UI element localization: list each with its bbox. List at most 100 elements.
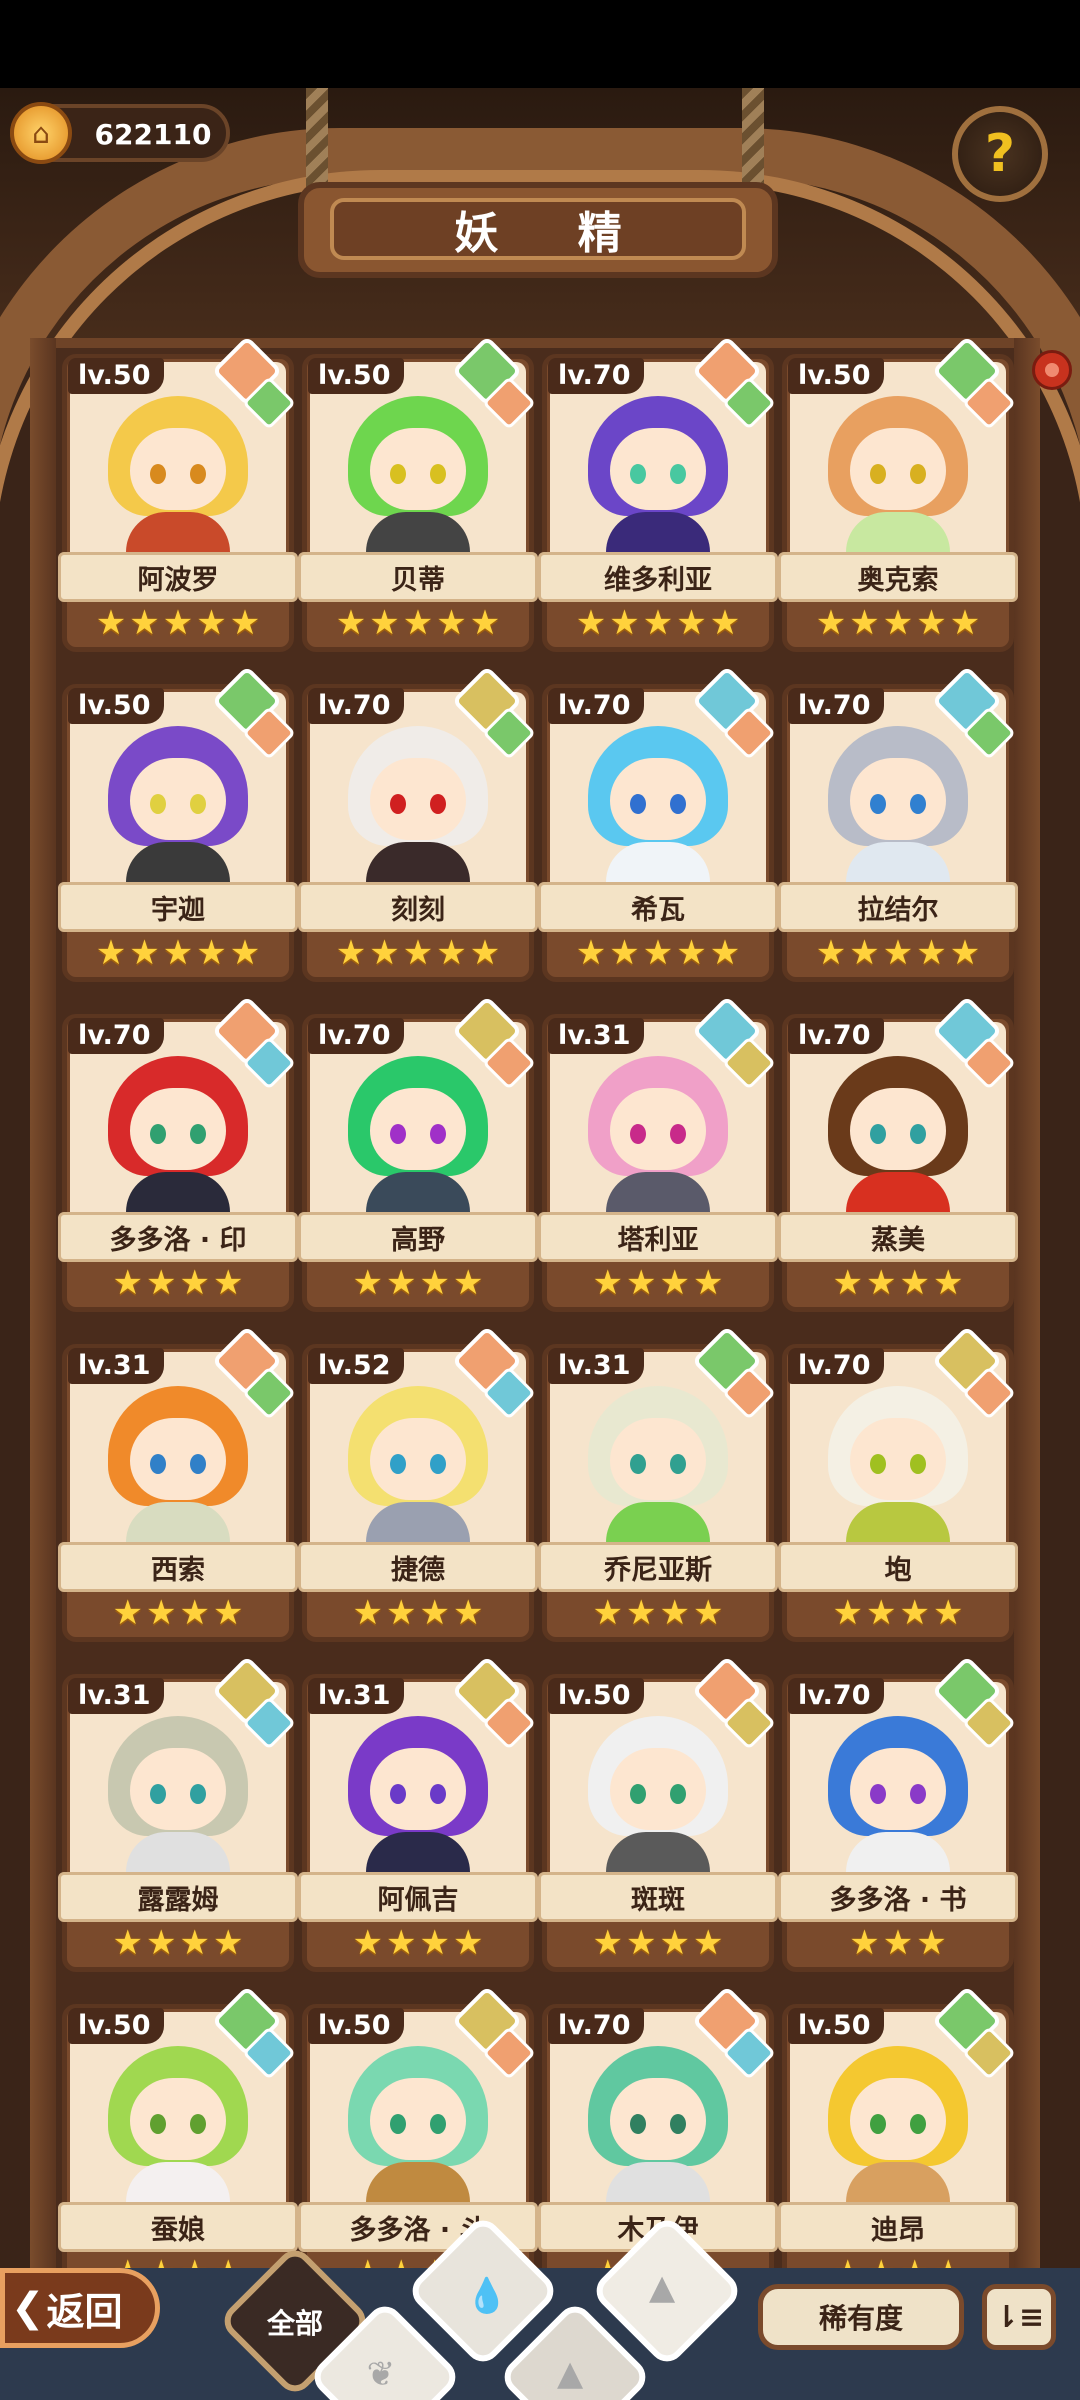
fairy-card[interactable]: lv.70 高野 ★ ★ ★ ★ <box>298 995 538 1312</box>
star-icon: ★ <box>692 1923 724 1963</box>
star-icon: ★ <box>899 1593 930 1633</box>
fairy-card[interactable]: lv.50 阿波罗 ★ ★ ★ ★ ★ <box>58 335 298 652</box>
star-icon: ★ <box>469 933 501 973</box>
fairy-level: lv.31 <box>548 1018 645 1054</box>
star-icon: ★ <box>469 603 501 643</box>
water-drop-icon: 💧 <box>465 2276 508 2317</box>
back-button[interactable]: ❮ 返回 <box>0 2268 160 2348</box>
star-icon: ★ <box>849 933 880 973</box>
rarity-sort-button[interactable]: 稀有度 <box>758 2284 964 2350</box>
fairy-card[interactable]: lv.70 蒸美 ★ ★ ★ ★ <box>778 995 1018 1312</box>
star-icon: ★ <box>196 603 227 643</box>
question-mark-sprout-icon: ? <box>984 124 1016 184</box>
star-rating: ★ ★ ★ <box>782 1922 1014 1964</box>
fairy-card[interactable]: lv.50 贝蒂 ★ ★ ★ ★ ★ <box>298 335 538 652</box>
fairy-name: 阿佩吉 <box>298 1872 538 1922</box>
fairy-name: 维多利亚 <box>538 552 778 602</box>
fairy-card[interactable]: lv.50迪昂★★★★ <box>778 1985 1018 2302</box>
fairy-name: 阿波罗 <box>58 552 298 602</box>
fairy-name: 垉 <box>778 1542 1018 1592</box>
fairy-name: 奥克索 <box>778 552 1018 602</box>
star-icon: ★ <box>642 933 674 973</box>
fairy-level: lv.50 <box>788 358 885 394</box>
star-icon: ★ <box>575 603 607 643</box>
fairy-card[interactable]: lv.31 塔利亚 ★ ★ ★ ★ <box>538 995 778 1312</box>
star-icon: ★ <box>212 1923 244 1963</box>
fairy-card[interactable]: lv.70 多多洛 · 印 ★ ★ ★ ★ <box>58 995 298 1312</box>
fairy-level: lv.31 <box>548 1348 645 1384</box>
fairy-card[interactable]: lv.70 维多利亚 ★ ★ ★ ★ ★ <box>538 335 778 652</box>
star-icon: ★ <box>932 1263 964 1303</box>
star-icon: ★ <box>916 1923 947 1963</box>
star-icon: ★ <box>609 603 640 643</box>
star-icon: ★ <box>386 1263 417 1303</box>
star-rating: ★ ★ ★ ★ ★ <box>782 602 1014 644</box>
fairy-level: lv.50 <box>68 2008 165 2044</box>
sort-order-icon: ⇂≡ <box>993 2299 1045 2335</box>
star-icon: ★ <box>832 1263 864 1303</box>
fairy-name: 多多洛 · 印 <box>58 1212 298 1262</box>
fairy-name: 西索 <box>58 1542 298 1592</box>
star-icon: ★ <box>676 933 707 973</box>
fairy-level: lv.70 <box>308 1018 405 1054</box>
fairy-level: lv.50 <box>68 688 165 724</box>
fairy-level: lv.70 <box>788 1678 885 1714</box>
fairy-card[interactable]: lv.31 乔尼亚斯 ★ ★ ★ ★ <box>538 1325 778 1642</box>
fairy-card[interactable]: lv.50 斑斑 ★ ★ ★ ★ <box>538 1655 778 1972</box>
star-icon: ★ <box>436 933 467 973</box>
star-rating: ★★★★ <box>782 1262 1014 1304</box>
fairy-card[interactable]: lv.70 多多洛 · 书 ★ ★ ★ <box>778 1655 1018 1972</box>
fairy-name: 蒸美 <box>778 1212 1018 1262</box>
fairy-name: 希瓦 <box>538 882 778 932</box>
star-icon: ★ <box>626 1923 657 1963</box>
fairy-card[interactable]: lv.70 拉结尔 ★ ★ ★ ★ ★ <box>778 665 1018 982</box>
star-icon: ★ <box>352 1923 384 1963</box>
fairy-card[interactable]: lv.70 希瓦 ★ ★ ★ ★ ★ <box>538 665 778 982</box>
fairy-card[interactable]: lv.50 宇迦 ★ ★ ★ ★ ★ <box>58 665 298 982</box>
fairy-level: lv.70 <box>788 1018 885 1054</box>
star-icon: ★ <box>692 1593 724 1633</box>
fairy-level: lv.70 <box>548 688 645 724</box>
star-rating: ★ ★ ★ ★ ★ <box>302 602 534 644</box>
star-icon: ★ <box>609 933 640 973</box>
star-icon: ★ <box>386 1923 417 1963</box>
fairy-level: lv.31 <box>308 1678 405 1714</box>
star-icon: ★ <box>146 1923 177 1963</box>
filter-all-label: 全部 <box>266 2307 323 2340</box>
star-icon: ★ <box>162 603 194 643</box>
fairy-card[interactable]: lv.31 露露姆 ★ ★ ★ ★ <box>58 1655 298 1972</box>
fairy-card[interactable]: lv.31 西索 ★ ★ ★ ★ <box>58 1325 298 1642</box>
scrollbar-knob[interactable] <box>1032 350 1072 390</box>
fairy-card[interactable]: lv.50 奥克索 ★ ★ ★ ★ ★ <box>778 335 1018 652</box>
star-icon: ★ <box>112 1923 144 1963</box>
star-icon: ★ <box>916 603 947 643</box>
star-icon: ★ <box>112 1263 144 1303</box>
star-rating: ★ ★ ★ ★ ★ <box>542 932 774 974</box>
star-icon: ★ <box>882 1923 914 1963</box>
status-bar <box>0 0 1080 88</box>
fairy-card[interactable]: lv.50蚕娘★★★★ <box>58 1985 298 2302</box>
fairy-card[interactable]: lv.70 刻刻 ★ ★ ★ ★ ★ <box>298 665 538 982</box>
fairy-level: lv.50 <box>548 1678 645 1714</box>
fairy-name: 塔利亚 <box>538 1212 778 1262</box>
star-icon: ★ <box>162 933 194 973</box>
star-icon: ★ <box>196 933 227 973</box>
fairy-name: 拉结尔 <box>778 882 1018 932</box>
star-icon: ★ <box>335 933 367 973</box>
star-icon: ★ <box>146 1593 177 1633</box>
sort-order-button[interactable]: ⇂≡ <box>982 2284 1056 2350</box>
fairy-card[interactable]: lv.52 捷德 ★ ★ ★ ★ <box>298 1325 538 1642</box>
fairy-name: 高野 <box>298 1212 538 1262</box>
fairy-level: lv.70 <box>788 1348 885 1384</box>
star-icon: ★ <box>112 1593 144 1633</box>
fairy-card[interactable]: lv.31 阿佩吉 ★ ★ ★ ★ <box>298 1655 538 1972</box>
star-rating: ★★★★ <box>62 1262 294 1304</box>
fairy-name: 迪昂 <box>778 2202 1018 2252</box>
star-icon: ★ <box>882 603 914 643</box>
star-icon: ★ <box>212 1263 244 1303</box>
star-icon: ★ <box>815 933 847 973</box>
star-icon: ★ <box>179 1263 210 1303</box>
help-button[interactable]: ? <box>952 106 1048 202</box>
fairy-card[interactable]: lv.70 垉 ★ ★ ★ ★ <box>778 1325 1018 1642</box>
star-icon: ★ <box>452 1593 484 1633</box>
